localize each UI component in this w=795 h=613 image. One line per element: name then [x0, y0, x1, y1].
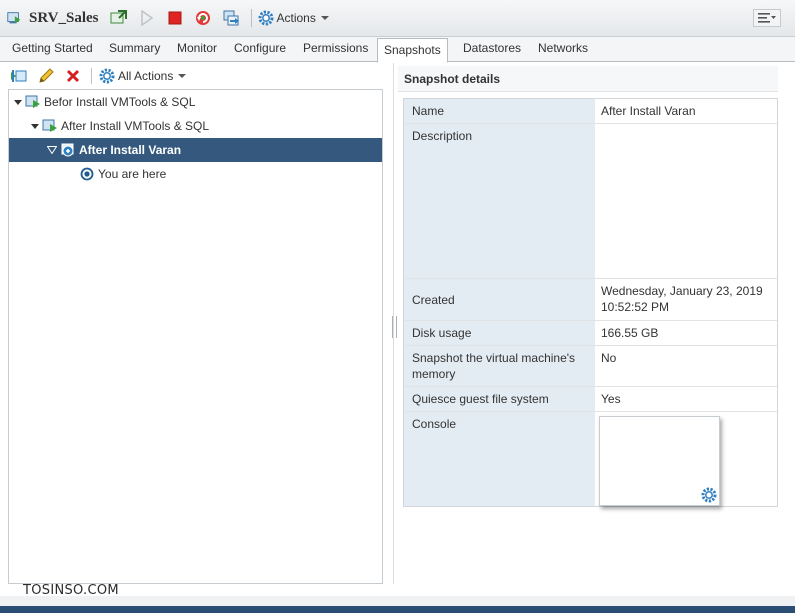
tab-bar: Getting Started Summary Monitor Configur… [0, 37, 795, 63]
actions-label: Actions [276, 11, 316, 25]
details-row-disk-usage: Disk usage 166.55 GB [404, 321, 777, 346]
tab-configure[interactable]: Configure [234, 41, 286, 62]
details-row-quiesce: Quiesce guest file system Yes [404, 387, 777, 412]
snapshot-toolbar: All Actions [0, 63, 385, 89]
details-value: Wednesday, January 23, 2019 10:52:52 PM [595, 279, 777, 320]
hamburger-icon [758, 13, 776, 23]
tree-item-you-are-here[interactable]: You are here [9, 162, 382, 186]
tree-item-snapshot[interactable]: After Install VMTools & SQL [9, 114, 382, 138]
gear-icon [99, 68, 115, 84]
details-key: Quiesce guest file system [404, 387, 595, 411]
details-row-created: Created Wednesday, January 23, 2019 10:5… [404, 279, 777, 321]
details-value: After Install Varan [595, 99, 777, 123]
actions-menu[interactable]: Actions [258, 10, 329, 26]
title-bar: SRV_Sales Actions [0, 0, 795, 37]
all-actions-label: All Actions [118, 69, 174, 83]
details-key: Description [404, 124, 595, 278]
chevron-down-icon [320, 16, 329, 20]
gear-icon [258, 10, 274, 26]
details-header: Snapshot details [398, 66, 778, 92]
tab-datastores[interactable]: Datastores [463, 41, 521, 62]
vm-icon [6, 10, 22, 26]
tab-getting-started[interactable]: Getting Started [12, 41, 93, 62]
details-value: Yes [595, 387, 777, 411]
tab-monitor[interactable]: Monitor [177, 41, 217, 62]
toolbar-separator [91, 68, 92, 84]
tree-item-snapshot[interactable]: Befor Install VMTools & SQL [9, 90, 382, 114]
migrate-icon[interactable] [221, 8, 241, 28]
splitter-handle[interactable] [392, 316, 397, 338]
menu-toggle-button[interactable] [753, 9, 781, 27]
tab-networks[interactable]: Networks [538, 41, 588, 62]
you-are-here-icon [79, 166, 95, 182]
console-thumbnail[interactable] [599, 416, 720, 506]
tree-item-snapshot-selected[interactable]: After Install Varan [9, 138, 382, 162]
power-off-icon[interactable] [165, 8, 185, 28]
snapshot-icon [42, 118, 58, 134]
snapshot-tree: Befor Install VMTools & SQL After Instal… [8, 89, 383, 584]
tab-summary[interactable]: Summary [109, 41, 160, 62]
delete-x-icon[interactable] [64, 67, 82, 85]
toolbar-separator [250, 9, 252, 27]
snapshot-details-table: Name After Install Varan Description Cre… [403, 98, 778, 507]
details-key: Console [404, 412, 595, 506]
revert-snapshot-icon[interactable] [10, 67, 28, 85]
gear-icon[interactable] [701, 487, 717, 503]
vm-header: SRV_Sales [6, 10, 109, 27]
details-key: Snapshot the virtual machine's memory [404, 346, 595, 386]
bottom-band [0, 596, 795, 613]
tree-item-label: After Install VMTools & SQL [61, 119, 210, 133]
watermark: TOSINSO.COM [23, 583, 119, 598]
reset-icon[interactable] [193, 8, 213, 28]
current-snapshot-icon [60, 142, 76, 158]
chevron-down-icon [178, 74, 187, 78]
tree-item-label: After Install Varan [79, 143, 182, 157]
tree-item-label: You are here [98, 167, 167, 181]
details-row-console: Console [404, 412, 777, 506]
vm-name: SRV_Sales [29, 9, 99, 26]
all-actions-menu[interactable]: All Actions [99, 68, 187, 84]
tab-permissions[interactable]: Permissions [303, 41, 368, 62]
tab-snapshots[interactable]: Snapshots [377, 38, 448, 63]
details-value [595, 124, 777, 278]
details-value: No [595, 346, 777, 386]
details-key: Created [404, 279, 595, 320]
details-row-name: Name After Install Varan [404, 99, 777, 124]
details-value: 166.55 GB [595, 321, 777, 345]
tree-item-label: Befor Install VMTools & SQL [44, 95, 196, 109]
details-row-description: Description [404, 124, 777, 279]
snapshot-icon [25, 94, 41, 110]
expand-toggle-icon[interactable] [47, 146, 57, 154]
expand-toggle-icon[interactable] [31, 123, 39, 129]
open-console-icon[interactable] [109, 8, 129, 28]
power-on-icon[interactable] [137, 8, 157, 28]
details-row-memory: Snapshot the virtual machine's memory No [404, 346, 777, 387]
details-key: Disk usage [404, 321, 595, 345]
details-key: Name [404, 99, 595, 123]
edit-pencil-icon[interactable] [37, 67, 55, 85]
expand-toggle-icon[interactable] [14, 99, 22, 105]
